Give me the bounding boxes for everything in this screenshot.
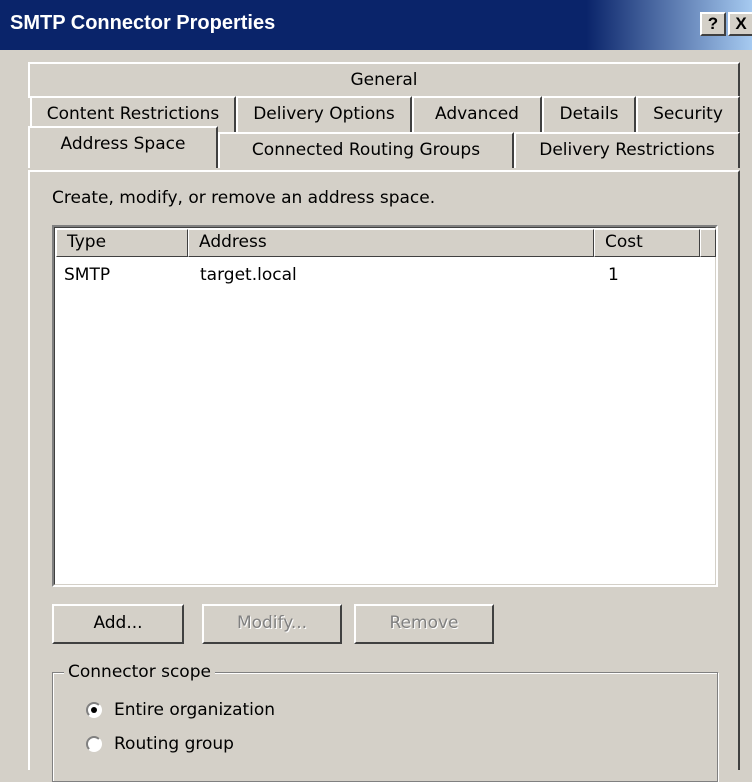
tab-address-space[interactable]: Address Space — [28, 126, 218, 168]
title-bar: SMTP Connector Properties ? X — [0, 0, 752, 50]
add-button[interactable]: Add... — [52, 604, 184, 644]
radio-label-entire-organization: Entire organization — [114, 700, 276, 720]
modify-button[interactable]: Modify... — [202, 604, 342, 644]
help-button[interactable]: ? — [700, 12, 726, 36]
cell-cost: 1 — [608, 265, 619, 285]
instructions-text: Create, modify, or remove an address spa… — [52, 188, 436, 208]
connector-scope-legend: Connector scope — [64, 662, 215, 682]
tab-advanced[interactable]: Advanced — [412, 96, 542, 132]
remove-button[interactable]: Remove — [354, 604, 494, 644]
cell-address: target.local — [200, 265, 297, 285]
tab-connected-routing-groups[interactable]: Connected Routing Groups — [218, 132, 514, 168]
radio-entire-organization[interactable]: Entire organization — [86, 698, 275, 722]
window-title: SMTP Connector Properties — [10, 12, 276, 34]
cell-type: SMTP — [64, 265, 111, 285]
close-button[interactable]: X — [728, 12, 752, 36]
column-header-cost[interactable]: Cost — [594, 229, 700, 257]
tab-security[interactable]: Security — [636, 96, 740, 132]
radio-label-routing-group: Routing group — [114, 734, 234, 754]
radio-button-unselected[interactable] — [86, 736, 102, 752]
column-header-address[interactable]: Address — [188, 229, 594, 257]
address-space-list[interactable]: Type Address Cost SMTP target.local 1 — [52, 225, 718, 587]
radio-routing-group[interactable]: Routing group — [86, 732, 234, 756]
tab-details[interactable]: Details — [542, 96, 636, 132]
column-header-spacer — [700, 229, 716, 257]
tab-delivery-options[interactable]: Delivery Options — [236, 96, 412, 132]
tab-delivery-restrictions[interactable]: Delivery Restrictions — [514, 132, 740, 168]
properties-dialog: SMTP Connector Properties ? X General Co… — [0, 0, 752, 782]
connector-scope-group — [52, 672, 718, 782]
tab-general[interactable]: General — [28, 62, 740, 98]
column-header-type[interactable]: Type — [56, 229, 188, 257]
radio-button-selected[interactable] — [86, 702, 102, 718]
